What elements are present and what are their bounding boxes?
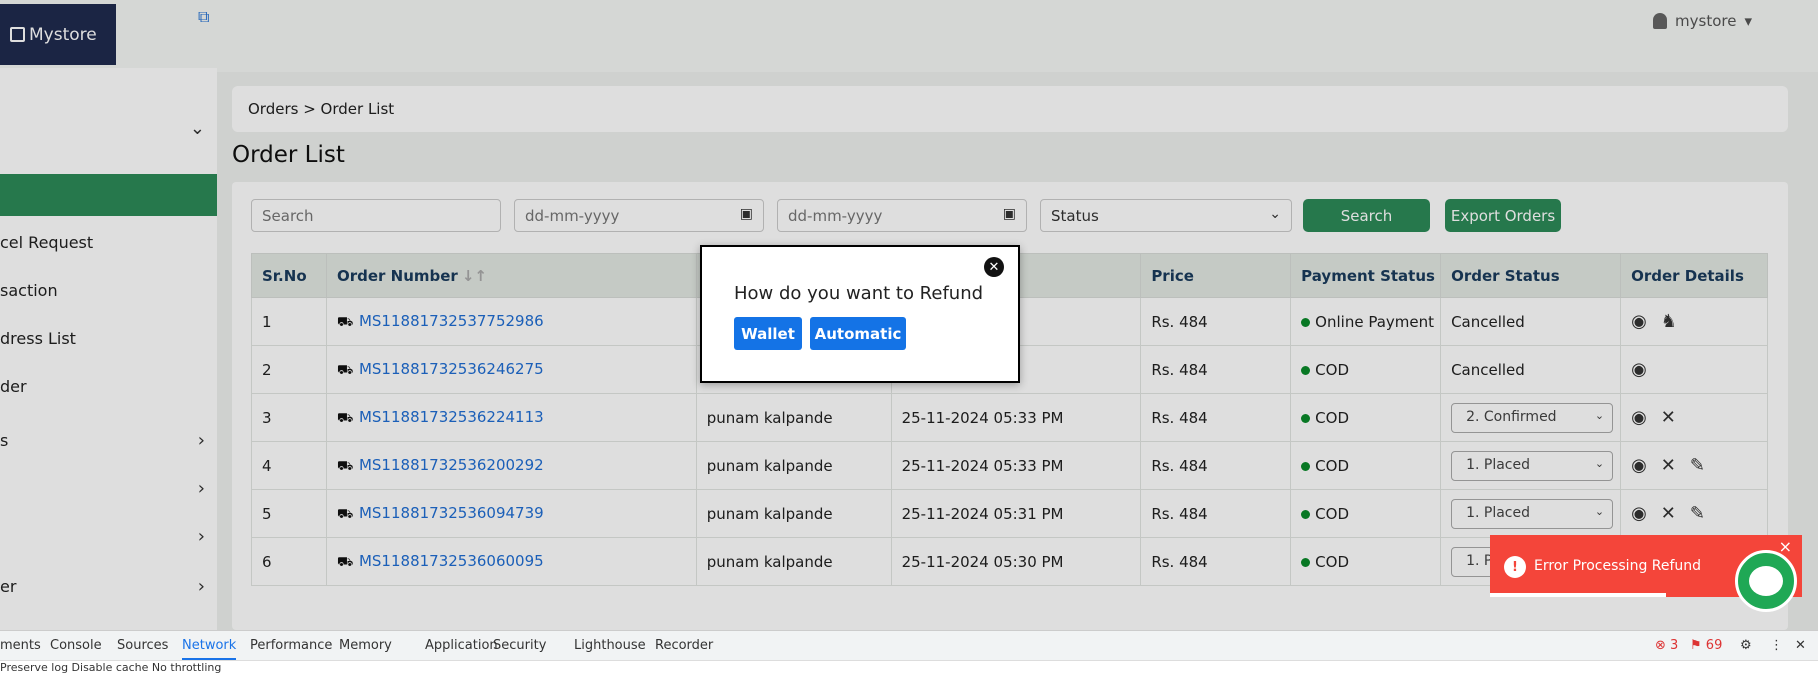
more-options-icon[interactable]: ⋮ bbox=[1770, 638, 1783, 653]
refund-modal: ✕ How do you want to Refund Wallet Autom… bbox=[700, 245, 1020, 383]
warning-count-text: 69 bbox=[1705, 638, 1723, 653]
devtools-tab[interactable]: Console bbox=[50, 638, 102, 653]
toast-progress-bar bbox=[1490, 593, 1666, 597]
wallet-button[interactable]: Wallet bbox=[734, 317, 802, 350]
devtools-tab[interactable]: Recorder bbox=[655, 638, 713, 653]
devtools-tab[interactable]: Memory bbox=[339, 638, 392, 653]
devtools-tabbar: ments Console Sources Network Performance Mem… bbox=[0, 630, 1818, 660]
chat-button[interactable] bbox=[1735, 550, 1797, 612]
close-devtools-icon[interactable]: ✕ bbox=[1795, 638, 1806, 653]
devtools-tab[interactable]: ments bbox=[0, 638, 41, 653]
error-count[interactable]: ⊗ 3 bbox=[1655, 638, 1678, 653]
chat-bubble-icon bbox=[1749, 566, 1783, 596]
refund-question: How do you want to Refund bbox=[734, 283, 984, 304]
toast-message: Error Processing Refund bbox=[1534, 558, 1702, 574]
devtools-tab[interactable]: Sources bbox=[117, 638, 168, 653]
devtools-tab[interactable]: Performance bbox=[250, 638, 332, 653]
alert-icon: ! bbox=[1504, 556, 1526, 578]
error-count-text: 3 bbox=[1670, 638, 1679, 653]
close-icon[interactable]: ✕ bbox=[984, 257, 1004, 277]
devtools-tab[interactable]: Network bbox=[182, 638, 237, 660]
devtools-tab[interactable]: Application bbox=[425, 638, 498, 653]
settings-icon[interactable]: ⚙ bbox=[1740, 638, 1752, 653]
devtools-subbar: Preserve log Disable cache No throttling bbox=[0, 660, 1818, 673]
devtools-tab[interactable]: Lighthouse bbox=[574, 638, 646, 653]
devtools-tab[interactable]: Security bbox=[493, 638, 546, 653]
warning-count[interactable]: ⚑ 69 bbox=[1690, 638, 1722, 653]
automatic-button[interactable]: Automatic bbox=[810, 317, 906, 350]
